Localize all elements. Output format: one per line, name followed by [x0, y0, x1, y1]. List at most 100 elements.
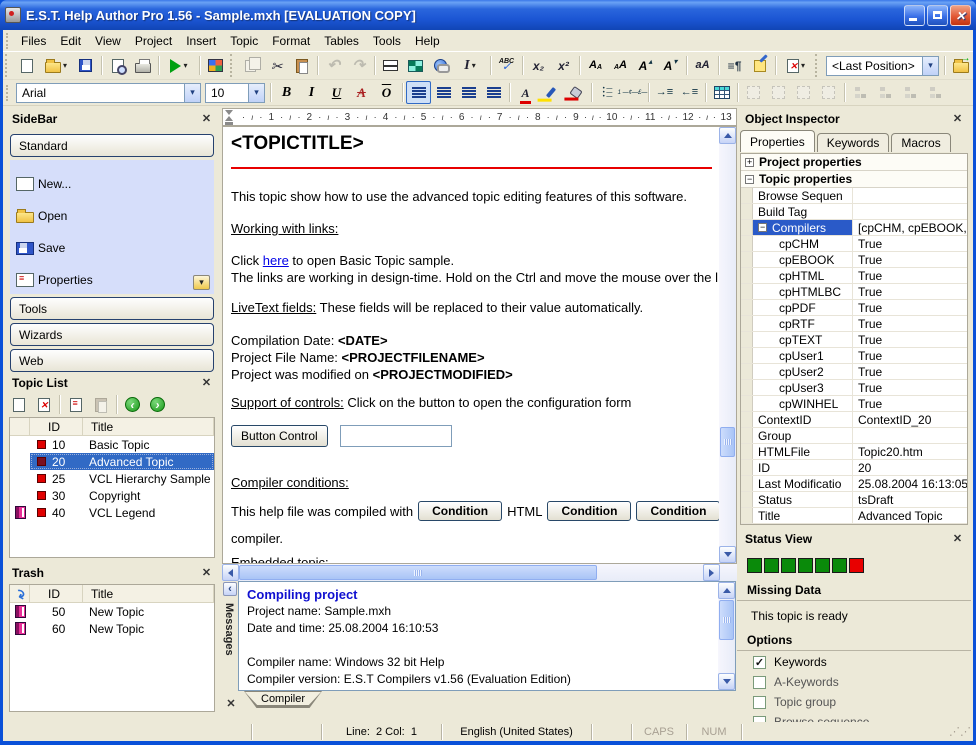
sort-arrow-icon[interactable]	[14, 587, 25, 600]
topic-row[interactable]: 20 Advanced Topic	[10, 453, 214, 470]
property-row[interactable]: Last Modificatio 25.08.2004 16:13:05	[741, 476, 967, 492]
toolbar-button[interactable]	[791, 81, 816, 104]
checkbox[interactable]	[753, 676, 766, 689]
toolbar-button[interactable]	[583, 54, 608, 77]
scroll-up-button[interactable]	[719, 127, 736, 144]
condition-button[interactable]: Condition	[418, 501, 502, 521]
toolbar-button[interactable]	[948, 54, 973, 77]
sidebar-item[interactable]: New...	[16, 168, 210, 200]
inspector-tab[interactable]: Keywords	[817, 133, 890, 152]
property-row[interactable]: cpCHM True	[741, 236, 967, 252]
menu-item[interactable]: Tools	[366, 31, 408, 51]
toolbar-button[interactable]	[299, 81, 324, 104]
sidebar-group-wizards[interactable]: Wizards	[10, 323, 214, 346]
property-row[interactable]: cpHTMLBC True	[741, 284, 967, 300]
collapse-icon[interactable]: −	[745, 175, 754, 184]
toolbar-button[interactable]	[120, 393, 145, 416]
toolbar-button[interactable]	[633, 54, 658, 77]
trash-row[interactable]: 60 New Topic	[10, 620, 214, 637]
toolbar-button[interactable]	[264, 54, 289, 77]
toolbar-button[interactable]	[848, 81, 873, 104]
property-row[interactable]: Browse Sequen	[741, 188, 967, 204]
sidebar-item[interactable]: Properties	[16, 264, 210, 296]
sidebar-more-button[interactable]	[193, 275, 210, 290]
expand-icon[interactable]: +	[745, 158, 754, 167]
chevron-down-icon[interactable]	[184, 84, 200, 102]
toolbar-button[interactable]	[145, 393, 170, 416]
property-row[interactable]: cpUser2 True	[741, 364, 967, 380]
toolbar-button[interactable]	[406, 81, 431, 104]
property-row[interactable]: ID 20	[741, 460, 967, 476]
property-row[interactable]: cpPDF True	[741, 300, 967, 316]
toolbar-button[interactable]	[538, 81, 563, 104]
menu-item[interactable]: Topic	[223, 31, 265, 51]
menu-item[interactable]: Tables	[317, 31, 366, 51]
toolbar-button[interactable]	[620, 81, 645, 104]
toolbar-button[interactable]	[162, 54, 196, 77]
messages-scrollbar[interactable]	[718, 582, 735, 690]
tab-compiler[interactable]: Compiler	[245, 692, 321, 705]
toolbar-button[interactable]	[690, 54, 715, 77]
toolbar-button[interactable]	[73, 54, 98, 77]
scrollbar-thumb[interactable]	[239, 565, 597, 580]
toolbar-button[interactable]	[349, 81, 374, 104]
property-row[interactable]: cpWINHEL True	[741, 396, 967, 412]
toolbar-button[interactable]	[898, 81, 923, 104]
toolbar-button[interactable]	[428, 54, 453, 77]
toolbar-button[interactable]	[31, 393, 56, 416]
toolbar-button[interactable]	[346, 54, 371, 77]
edit-control[interactable]	[340, 425, 452, 447]
property-row[interactable]: cpRTF True	[741, 316, 967, 332]
sidebar-group-standard[interactable]: Standard	[10, 134, 214, 157]
toolbar-button[interactable]	[652, 81, 677, 104]
toolbar-button[interactable]	[481, 81, 506, 104]
last-position-combo[interactable]: <Last Position>	[826, 56, 939, 76]
toolbar-button[interactable]	[923, 81, 948, 104]
column-header-title[interactable]: Title	[83, 418, 214, 435]
scroll-down-button[interactable]	[719, 546, 736, 563]
object-inspector-close-button[interactable]	[950, 111, 965, 126]
toolbar-button[interactable]	[453, 54, 487, 77]
property-row[interactable]: cpHTML True	[741, 268, 967, 284]
toolbar-button[interactable]	[6, 393, 31, 416]
toolbar-button[interactable]	[658, 54, 683, 77]
inspector-tab[interactable]: Macros	[891, 133, 950, 152]
scroll-left-button[interactable]	[222, 564, 239, 581]
toolbar-button[interactable]	[747, 54, 772, 77]
scroll-right-button[interactable]	[703, 564, 720, 581]
column-header-title[interactable]: Title	[83, 585, 214, 602]
toolbar-button[interactable]	[677, 81, 702, 104]
option-row[interactable]: Keywords	[737, 653, 971, 671]
font-name-combo[interactable]: Arial	[16, 83, 201, 103]
sidebar-close-button[interactable]	[199, 111, 214, 126]
column-header-id[interactable]: ID	[30, 585, 83, 602]
inspector-tab[interactable]: Properties	[740, 130, 815, 152]
status-view-close-button[interactable]	[950, 531, 965, 546]
toolbar-button[interactable]	[595, 81, 620, 104]
toolbar-button[interactable]	[239, 54, 264, 77]
toolbar-button[interactable]	[403, 54, 428, 77]
collapse-icon[interactable]: −	[758, 223, 767, 232]
toolbar-button[interactable]	[608, 54, 633, 77]
checkbox[interactable]	[753, 656, 766, 669]
minimize-button[interactable]	[904, 5, 925, 26]
menu-item[interactable]: Project	[128, 31, 179, 51]
hanging-indent-marker[interactable]	[225, 116, 233, 121]
scrollbar-thumb[interactable]	[719, 600, 734, 640]
property-row[interactable]: cpTEXT True	[741, 332, 967, 348]
scroll-up-button[interactable]	[718, 582, 735, 599]
menu-item[interactable]: Files	[14, 31, 53, 51]
toolbar-button[interactable]	[130, 54, 155, 77]
chevron-down-icon[interactable]	[248, 84, 264, 102]
toolbar-button[interactable]	[431, 81, 456, 104]
first-line-indent-marker[interactable]	[225, 110, 233, 115]
toolbar-button[interactable]	[722, 54, 747, 77]
property-row[interactable]: cpUser1 True	[741, 348, 967, 364]
resize-grip-icon[interactable]	[949, 725, 973, 738]
topic-row[interactable]: 10 Basic Topic	[10, 436, 214, 453]
trash-header[interactable]: ID Title	[10, 585, 214, 603]
sidebar-item[interactable]: Open	[16, 200, 210, 232]
menu-item[interactable]: Insert	[179, 31, 223, 51]
toolbar-button[interactable]	[105, 54, 130, 77]
property-row[interactable]: −Compilers [cpCHM, cpEBOOK, cpH	[741, 220, 967, 236]
